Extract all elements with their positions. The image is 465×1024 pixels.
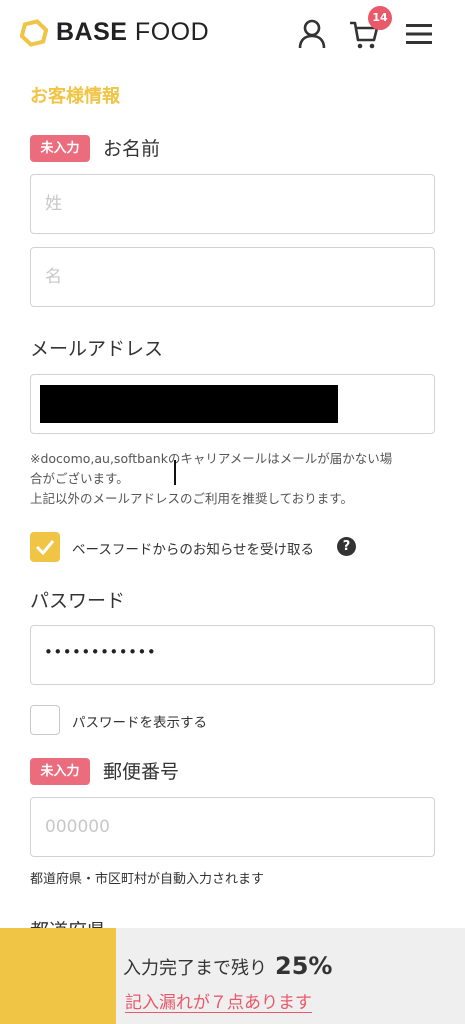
section-title: お客様情報: [30, 86, 120, 107]
logo-text: BASE FOOD: [56, 18, 210, 46]
hamburger-menu-icon[interactable]: [403, 18, 435, 50]
checkmark-icon: [35, 540, 55, 556]
last-name-field[interactable]: 姓: [30, 174, 435, 234]
email-label: メールアドレス: [30, 338, 164, 360]
user-icon[interactable]: [296, 18, 328, 50]
redacted-email-value: [40, 385, 338, 423]
cart-count-badge: 14: [368, 6, 392, 30]
progress-bar[interactable]: 入力完了まで残り 25% 記入漏れが７点あります: [0, 928, 465, 1024]
newsletter-checkbox[interactable]: [30, 532, 60, 562]
postal-label: 郵便番号: [103, 761, 180, 783]
required-badge: 未入力: [30, 135, 90, 162]
first-name-field[interactable]: 名: [30, 247, 435, 307]
postal-code-field[interactable]: 000000: [30, 797, 435, 857]
text-cursor: [174, 460, 176, 485]
required-badge: 未入力: [30, 758, 90, 785]
email-note-line2: 合がございます。: [30, 471, 129, 486]
help-icon[interactable]: ?: [337, 537, 356, 556]
email-note-line3: 上記以外のメールアドレスのご利用を推奨しております。: [30, 491, 354, 506]
progress-text-label: 入力完了まで残り: [123, 958, 267, 979]
site-header: BASE FOOD 14: [0, 0, 465, 68]
show-password-label[interactable]: パスワードを表示する: [72, 711, 207, 731]
newsletter-label[interactable]: ベースフードからのお知らせを受け取る: [72, 538, 314, 558]
progress-fill: [0, 928, 116, 1024]
name-label: お名前: [103, 138, 161, 160]
email-note-line1: ※docomo,au,softbankのキャリアメールはメールが届かない場: [30, 451, 393, 466]
password-label: パスワード: [30, 590, 126, 612]
show-password-checkbox[interactable]: [30, 705, 60, 735]
postal-note: 都道府県・市区町村が自動入力されます: [30, 872, 265, 887]
password-value: ••••••••••••: [44, 643, 157, 661]
progress-text: 入力完了まで残り 25%: [123, 952, 332, 980]
hexagon-logo-icon: [20, 18, 48, 47]
progress-percent: 25%: [275, 952, 333, 980]
base-food-logo[interactable]: BASE FOOD: [20, 18, 209, 47]
email-note: ※docomo,au,softbankのキャリアメールはメールが届かない場 合が…: [30, 449, 440, 509]
missing-fields-link[interactable]: 記入漏れが７点あります: [125, 988, 312, 1013]
